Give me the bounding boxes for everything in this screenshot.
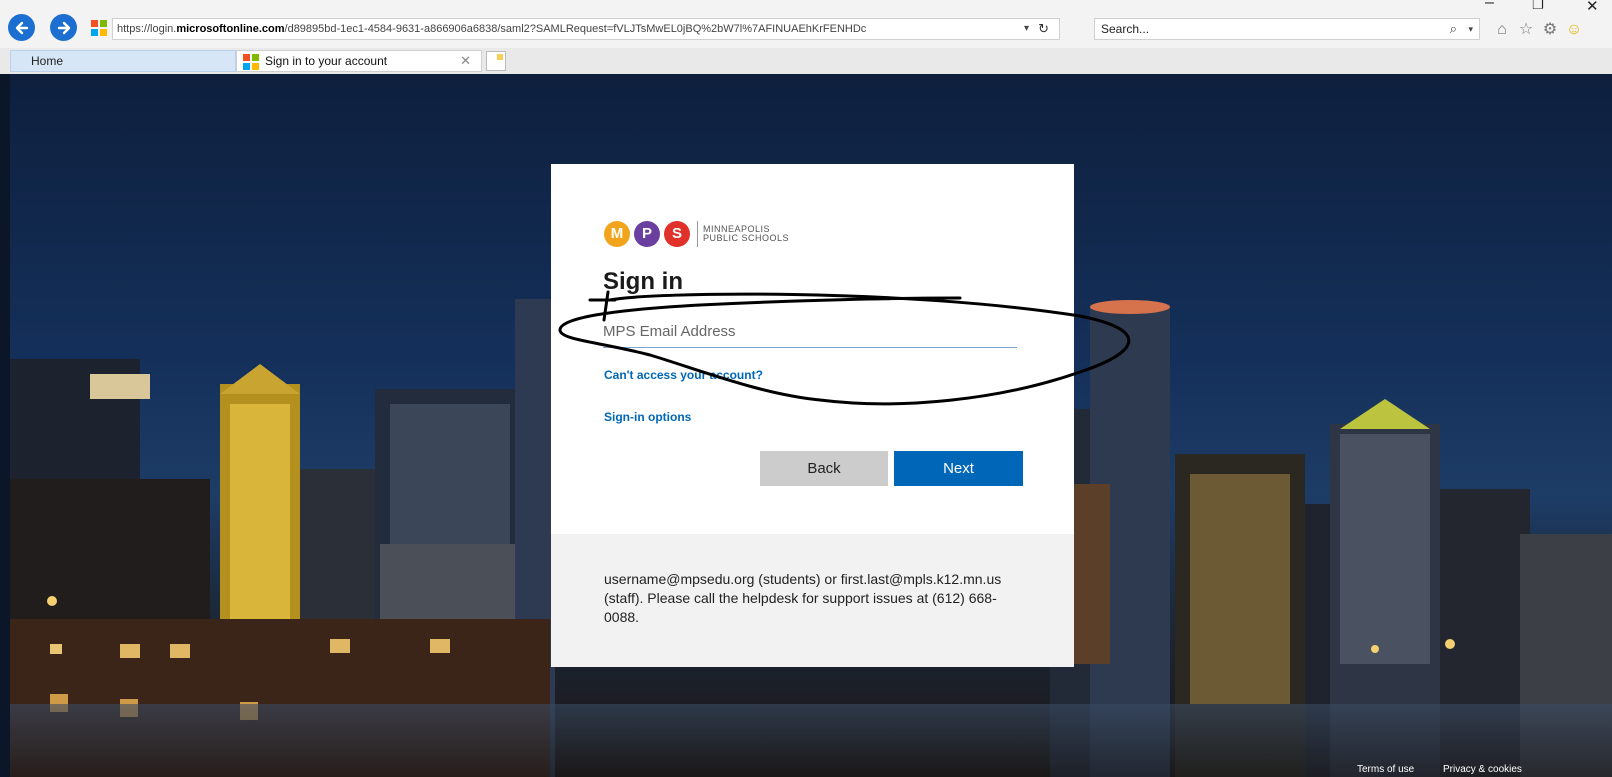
tab-home[interactable]: Home bbox=[10, 50, 236, 72]
arrow-right-icon bbox=[57, 21, 70, 34]
microsoft-favicon-icon bbox=[91, 20, 107, 36]
logo-s-circle: S bbox=[664, 221, 690, 247]
logo-p-circle: P bbox=[634, 221, 660, 247]
tab-sign-in[interactable]: Sign in to your account ✕ bbox=[236, 50, 482, 72]
signin-options-link[interactable]: Sign-in options bbox=[604, 410, 691, 424]
url-prefix: https://login. bbox=[117, 23, 177, 35]
signin-card-footer: username@mpsedu.org (students) or first.… bbox=[551, 534, 1074, 667]
logo-text-line2: PUBLIC SCHOOLS bbox=[703, 233, 790, 243]
email-field[interactable] bbox=[603, 316, 1017, 348]
refresh-icon[interactable]: ↻ bbox=[1038, 19, 1049, 39]
arrow-left-icon bbox=[15, 21, 28, 34]
mps-logo: M P S MINNEAPOLIS PUBLIC SCHOOLS bbox=[604, 219, 789, 249]
close-window-button[interactable]: ✕ bbox=[1586, 0, 1599, 15]
restore-button[interactable]: ❐ bbox=[1532, 0, 1544, 13]
browser-search-box[interactable]: Search... ⌕ ▾ bbox=[1094, 18, 1480, 40]
minimize-button[interactable]: – bbox=[1485, 0, 1494, 12]
gear-icon[interactable]: ⚙ bbox=[1540, 20, 1560, 40]
star-icon[interactable]: ☆ bbox=[1516, 20, 1536, 40]
browser-forward-button[interactable] bbox=[50, 14, 77, 41]
back-button[interactable]: Back bbox=[760, 451, 888, 486]
helpdesk-info-text: username@mpsedu.org (students) or first.… bbox=[604, 571, 1002, 625]
url-host: microsoftonline.com bbox=[176, 23, 285, 35]
address-row: https://login.microsoftonline.com/d89895… bbox=[0, 0, 1612, 48]
cant-access-account-link[interactable]: Can't access your account? bbox=[604, 368, 763, 382]
tab-strip: Home Sign in to your account ✕ bbox=[0, 48, 1612, 74]
logo-text: MINNEAPOLIS PUBLIC SCHOOLS bbox=[703, 225, 789, 243]
browser-back-button[interactable] bbox=[8, 14, 35, 41]
search-placeholder: Search... bbox=[1101, 22, 1150, 36]
search-dropdown-icon[interactable]: ▾ bbox=[1468, 19, 1473, 39]
url-path: /d89895bd-1ec1-4584-9631-a866906a6838/sa… bbox=[284, 23, 867, 35]
new-tab-button[interactable] bbox=[486, 51, 506, 71]
tab-label: Sign in to your account bbox=[265, 54, 388, 68]
address-bar[interactable]: https://login.microsoftonline.com/d89895… bbox=[112, 18, 1060, 40]
next-button[interactable]: Next bbox=[894, 451, 1023, 486]
smiley-icon[interactable]: ☺ bbox=[1564, 20, 1584, 40]
privacy-cookies-link[interactable]: Privacy & cookies bbox=[1443, 764, 1522, 775]
home-icon[interactable]: ⌂ bbox=[1492, 20, 1512, 40]
microsoft-favicon-icon bbox=[243, 54, 259, 70]
browser-chrome: https://login.microsoftonline.com/d89895… bbox=[0, 0, 1612, 74]
address-dropdown-icon[interactable]: ▾ bbox=[1024, 19, 1029, 39]
logo-divider bbox=[697, 221, 698, 247]
tab-close-icon[interactable]: ✕ bbox=[460, 51, 471, 71]
terms-of-use-link[interactable]: Terms of use bbox=[1357, 764, 1414, 775]
search-icon[interactable]: ⌕ bbox=[1450, 19, 1457, 39]
page-title: Sign in bbox=[603, 268, 683, 295]
signin-card: M P S MINNEAPOLIS PUBLIC SCHOOLS Sign in… bbox=[551, 164, 1074, 667]
logo-m-circle: M bbox=[604, 221, 630, 247]
signin-card-body: M P S MINNEAPOLIS PUBLIC SCHOOLS Sign in… bbox=[551, 164, 1074, 534]
